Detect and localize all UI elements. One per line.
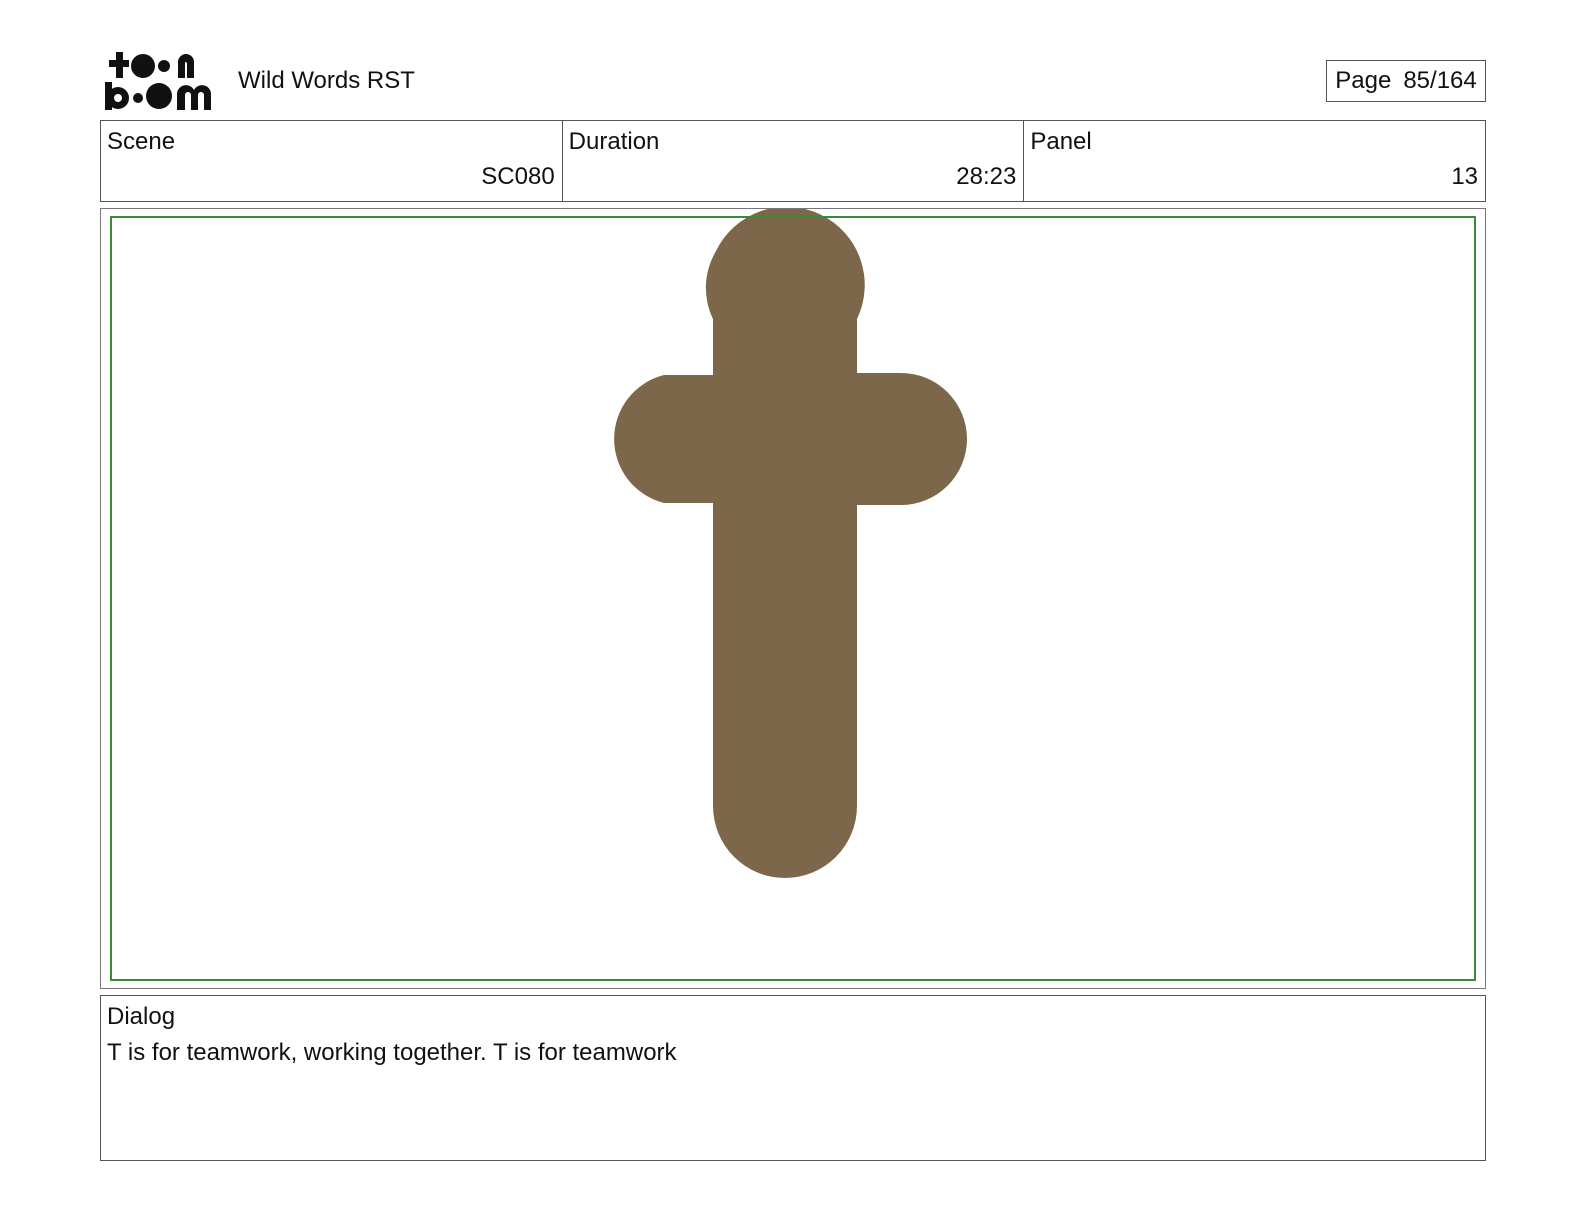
project-title: Wild Words RST [238, 67, 415, 94]
dialog-label: Dialog [107, 1003, 176, 1030]
panel-value: 13 [1451, 163, 1479, 190]
panel-cell: Panel 13 [1024, 121, 1485, 201]
toon-boom-logo [105, 52, 211, 110]
page-indicator: Page 85/164 [1326, 60, 1486, 102]
scene-cell: Scene SC080 [101, 121, 563, 201]
storyboard-panel [100, 208, 1486, 989]
duration-value: 28:23 [956, 163, 1017, 190]
duration-cell: Duration 28:23 [563, 121, 1025, 201]
page-number: 85/164 [1403, 67, 1477, 94]
dialog-section: Dialog T is for teamwork, working togeth… [100, 995, 1486, 1161]
dialog-text: T is for teamwork, working together. T i… [107, 1039, 677, 1066]
panel-label: Panel [1030, 128, 1092, 155]
panel-info-row: Scene SC080 Duration 28:23 Panel 13 [100, 120, 1486, 202]
page-label: Page [1335, 67, 1392, 94]
scene-value: SC080 [481, 163, 555, 190]
scene-label: Scene [107, 128, 176, 155]
safe-area-frame [110, 216, 1476, 981]
duration-label: Duration [568, 128, 660, 155]
